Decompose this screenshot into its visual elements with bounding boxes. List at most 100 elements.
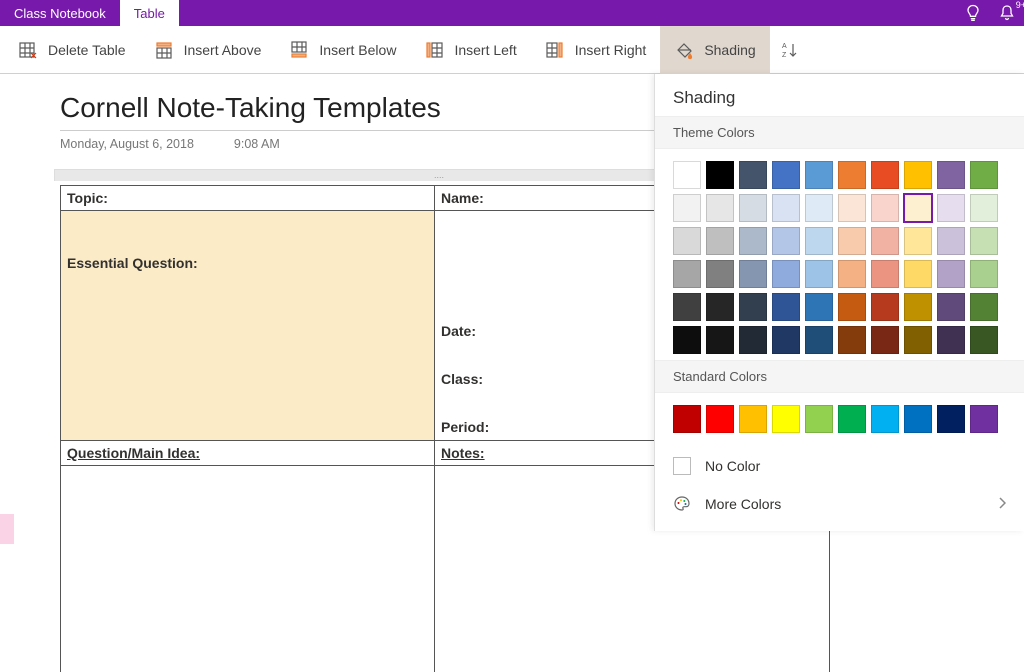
color-swatch[interactable] (739, 194, 767, 222)
color-swatch[interactable] (772, 227, 800, 255)
color-swatch[interactable] (937, 260, 965, 288)
tab-class-notebook[interactable]: Class Notebook (0, 0, 120, 26)
color-swatch[interactable] (805, 293, 833, 321)
color-swatch[interactable] (673, 293, 701, 321)
color-swatch[interactable] (706, 293, 734, 321)
color-swatch[interactable] (739, 293, 767, 321)
color-swatch[interactable] (838, 161, 866, 189)
sort-button[interactable]: A Z (770, 26, 810, 74)
delete-table-button[interactable]: Delete Table (4, 26, 140, 74)
left-gutter (0, 74, 14, 672)
insert-right-button[interactable]: Insert Right (531, 26, 661, 74)
color-swatch[interactable] (673, 405, 701, 433)
color-swatch[interactable] (805, 326, 833, 354)
color-swatch[interactable] (904, 293, 932, 321)
color-swatch[interactable] (904, 326, 932, 354)
color-swatch[interactable] (805, 405, 833, 433)
color-swatch[interactable] (937, 161, 965, 189)
color-swatch[interactable] (772, 260, 800, 288)
color-swatch[interactable] (673, 260, 701, 288)
color-swatch[interactable] (970, 405, 998, 433)
color-swatch[interactable] (706, 161, 734, 189)
color-swatch[interactable] (805, 194, 833, 222)
color-swatch[interactable] (838, 194, 866, 222)
color-swatch[interactable] (706, 405, 734, 433)
color-swatch[interactable] (772, 161, 800, 189)
color-swatch[interactable] (970, 326, 998, 354)
color-swatch[interactable] (706, 260, 734, 288)
color-swatch[interactable] (739, 227, 767, 255)
color-swatch[interactable] (673, 326, 701, 354)
color-swatch[interactable] (838, 293, 866, 321)
theme-color-grid (655, 149, 1024, 360)
delete-table-icon (18, 40, 38, 60)
color-swatch[interactable] (772, 194, 800, 222)
color-swatch[interactable] (805, 227, 833, 255)
color-swatch[interactable] (772, 405, 800, 433)
lightbulb-icon[interactable] (956, 0, 990, 26)
color-swatch[interactable] (937, 227, 965, 255)
color-swatch[interactable] (904, 227, 932, 255)
page-time: 9:08 AM (234, 137, 280, 151)
notification-badge: 9+ (1016, 0, 1024, 10)
insert-right-icon (545, 40, 565, 60)
color-swatch[interactable] (970, 260, 998, 288)
color-swatch[interactable] (937, 326, 965, 354)
color-swatch[interactable] (805, 260, 833, 288)
topic-label: Topic: (67, 190, 108, 206)
color-swatch[interactable] (970, 227, 998, 255)
color-swatch[interactable] (970, 194, 998, 222)
color-swatch[interactable] (871, 227, 899, 255)
color-swatch[interactable] (706, 194, 734, 222)
color-swatch[interactable] (904, 161, 932, 189)
more-colors-option[interactable]: More Colors (655, 485, 1024, 523)
color-swatch[interactable] (970, 293, 998, 321)
cell-essential-question[interactable]: Essential Question: (61, 211, 435, 441)
color-swatch[interactable] (970, 161, 998, 189)
color-swatch[interactable] (871, 405, 899, 433)
color-swatch[interactable] (706, 227, 734, 255)
color-swatch[interactable] (838, 227, 866, 255)
cell-qmi-body[interactable] (61, 466, 435, 672)
insert-above-button[interactable]: Insert Above (140, 26, 276, 74)
color-swatch[interactable] (871, 161, 899, 189)
tab-bar: Class Notebook Table 9+ (0, 0, 1024, 26)
insert-below-icon (289, 40, 309, 60)
shading-label: Shading (704, 42, 755, 58)
color-swatch[interactable] (673, 227, 701, 255)
color-swatch[interactable] (838, 405, 866, 433)
color-swatch[interactable] (904, 405, 932, 433)
notes-label: Notes: (441, 445, 485, 461)
color-swatch[interactable] (838, 326, 866, 354)
cell-topic[interactable]: Topic: (61, 186, 435, 211)
tab-table[interactable]: Table (120, 0, 179, 26)
color-swatch[interactable] (937, 293, 965, 321)
color-swatch[interactable] (772, 326, 800, 354)
bell-icon[interactable]: 9+ (990, 0, 1024, 26)
color-swatch[interactable] (904, 260, 932, 288)
color-swatch[interactable] (904, 194, 932, 222)
no-color-option[interactable]: No Color (655, 447, 1024, 485)
insert-below-button[interactable]: Insert Below (275, 26, 410, 74)
color-swatch[interactable] (838, 260, 866, 288)
cell-question-main-idea[interactable]: Question/Main Idea: (61, 441, 435, 466)
color-swatch[interactable] (937, 405, 965, 433)
qmi-label: Question/Main Idea: (67, 445, 200, 461)
color-swatch[interactable] (739, 161, 767, 189)
color-swatch[interactable] (772, 293, 800, 321)
color-swatch[interactable] (673, 194, 701, 222)
color-swatch[interactable] (673, 161, 701, 189)
color-swatch[interactable] (739, 326, 767, 354)
color-swatch[interactable] (805, 161, 833, 189)
color-swatch[interactable] (937, 194, 965, 222)
color-swatch[interactable] (706, 326, 734, 354)
more-colors-label: More Colors (705, 496, 781, 512)
insert-left-button[interactable]: Insert Left (410, 26, 530, 74)
color-swatch[interactable] (871, 260, 899, 288)
color-swatch[interactable] (871, 326, 899, 354)
color-swatch[interactable] (739, 405, 767, 433)
color-swatch[interactable] (739, 260, 767, 288)
color-swatch[interactable] (871, 293, 899, 321)
color-swatch[interactable] (871, 194, 899, 222)
shading-button[interactable]: Shading (660, 26, 769, 74)
